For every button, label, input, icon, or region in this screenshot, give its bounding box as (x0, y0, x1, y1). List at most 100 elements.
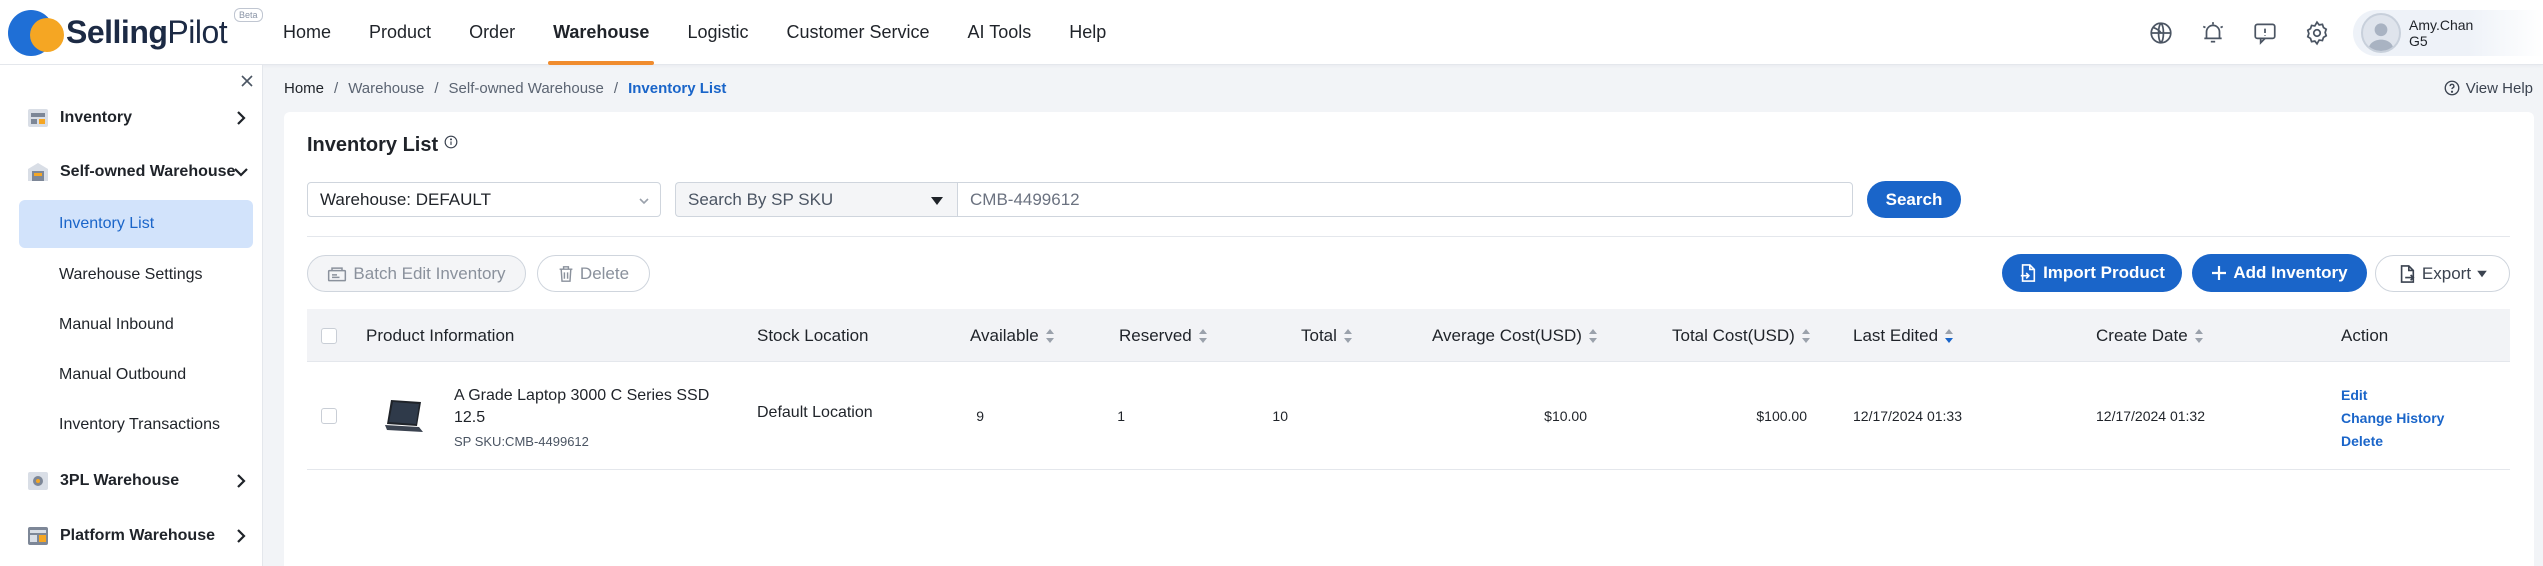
header-actions: Amy.Chan G5 (2135, 0, 2543, 65)
export-icon (2400, 264, 2415, 283)
product-name[interactable]: A Grade Laptop 3000 C Series SSD 12.5 (454, 385, 744, 429)
search-button[interactable]: Search (1867, 181, 1961, 218)
message-icon[interactable] (2239, 7, 2291, 59)
sidebar-item-manual-outbound[interactable]: Manual Outbound (19, 351, 253, 399)
sidebar-group-platform-warehouse[interactable]: Platform Warehouse (0, 516, 263, 556)
table-row: A Grade Laptop 3000 C Series SSD 12.5 SP… (307, 362, 2510, 470)
column-action: Action (2341, 325, 2389, 345)
nav-customer-service[interactable]: Customer Service (767, 0, 948, 65)
sidebar-group-label: Platform Warehouse (60, 527, 215, 544)
sidebar-item-warehouse-settings[interactable]: Warehouse Settings (19, 251, 253, 299)
column-average-cost[interactable]: Average Cost(USD) (1432, 309, 1598, 362)
available-value: 9 (976, 408, 984, 424)
create-date-value: 12/17/2024 01:32 (2096, 408, 2205, 424)
nav-order[interactable]: Order (450, 0, 534, 65)
breadcrumb-current: Inventory List (628, 79, 727, 97)
batch-edit-inventory-button[interactable]: Batch Edit Inventory (307, 255, 526, 292)
close-icon[interactable] (236, 70, 258, 92)
nav-home[interactable]: Home (264, 0, 350, 65)
breadcrumb-home[interactable]: Home (284, 80, 324, 97)
sidebar-item-inventory-transactions[interactable]: Inventory Transactions (19, 401, 253, 449)
sort-icon[interactable] (2194, 328, 2204, 344)
edit-link[interactable]: Edit (2341, 384, 2444, 407)
platform-warehouse-icon (28, 527, 48, 545)
breadcrumb-self-owned-warehouse[interactable]: Self-owned Warehouse (449, 80, 604, 97)
info-icon[interactable] (444, 135, 458, 149)
total-cost-value: $100.00 (1756, 408, 1807, 424)
globe-icon[interactable] (2135, 7, 2187, 59)
plus-icon (2212, 266, 2227, 280)
nav-logistic[interactable]: Logistic (668, 0, 767, 65)
row-checkbox[interactable] (321, 408, 337, 424)
sort-icon[interactable] (1045, 328, 1055, 344)
caret-down-icon (931, 197, 943, 205)
nav-warehouse[interactable]: Warehouse (534, 0, 668, 65)
trash-icon (559, 265, 573, 282)
column-stock-location: Stock Location (757, 325, 869, 345)
column-total[interactable]: Total (1301, 309, 1353, 362)
export-button[interactable]: Export (2375, 255, 2510, 292)
sort-icon[interactable] (1343, 328, 1353, 344)
beta-badge: Beta (234, 8, 263, 22)
logo-text: SellingPilot (66, 13, 228, 50)
app-logo[interactable]: SellingPilot Beta (8, 6, 263, 58)
chevron-right-icon (237, 111, 246, 125)
breadcrumb-warehouse[interactable]: Warehouse (348, 80, 424, 97)
row-actions: Edit Change History Delete (2341, 384, 2444, 453)
average-cost-value: $10.00 (1544, 408, 1587, 424)
inventory-icon (28, 109, 48, 127)
reserved-value: 1 (1117, 408, 1125, 424)
table-header: Product Information Stock Location Avail… (307, 309, 2510, 362)
third-party-warehouse-icon (28, 472, 48, 490)
sidebar-group-self-owned-warehouse[interactable]: Self-owned Warehouse (0, 152, 263, 192)
warehouse-select[interactable]: Warehouse: DEFAULT (307, 182, 661, 217)
warehouse-select-value: Warehouse: DEFAULT (320, 189, 492, 209)
user-menu[interactable]: Amy.Chan G5 (2353, 9, 2543, 56)
sidebar-item-inventory-list[interactable]: Inventory List (19, 200, 253, 248)
view-help-label: View Help (2465, 79, 2533, 97)
nav-help[interactable]: Help (1050, 0, 1125, 65)
add-inventory-button[interactable]: Add Inventory (2192, 254, 2367, 292)
sort-icon[interactable] (1944, 328, 1954, 344)
sort-icon[interactable] (1198, 328, 1208, 344)
sidebar-group-inventory[interactable]: Inventory (0, 98, 263, 138)
column-last-edited[interactable]: Last Edited (1853, 309, 1954, 362)
delete-link[interactable]: Delete (2341, 430, 2444, 453)
select-all-checkbox[interactable] (321, 327, 337, 344)
search-input[interactable] (957, 182, 1853, 217)
divider (307, 236, 2510, 237)
total-value: 10 (1272, 408, 1288, 424)
column-available[interactable]: Available (970, 309, 1055, 362)
warehouse-icon (28, 163, 48, 181)
nav-product[interactable]: Product (350, 0, 450, 65)
column-create-date[interactable]: Create Date (2096, 309, 2204, 362)
column-reserved[interactable]: Reserved (1119, 309, 1208, 362)
last-edited-value: 12/17/2024 01:33 (1853, 408, 1962, 424)
logo-icon (8, 6, 68, 58)
change-history-link[interactable]: Change History (2341, 407, 2444, 430)
delete-button[interactable]: Delete (537, 255, 650, 292)
gear-icon[interactable] (2291, 7, 2343, 59)
batch-edit-icon (328, 266, 347, 281)
sidebar-group-label: 3PL Warehouse (60, 472, 180, 489)
column-total-cost[interactable]: Total Cost(USD) (1672, 309, 1811, 362)
stock-location: Default Location (757, 404, 873, 421)
help-circle-icon (2444, 80, 2460, 96)
sidebar-item-manual-inbound[interactable]: Manual Inbound (19, 301, 253, 349)
user-code: G5 (2409, 32, 2428, 49)
import-product-button[interactable]: Import Product (2002, 254, 2182, 292)
view-help-link[interactable]: View Help (2443, 76, 2533, 100)
page-title: Inventory List (307, 134, 439, 156)
caret-down-icon (2477, 270, 2487, 277)
sort-icon[interactable] (1588, 328, 1598, 344)
nav-ai-tools[interactable]: AI Tools (949, 0, 1051, 65)
bell-icon[interactable] (2187, 7, 2239, 59)
breadcrumb: Home / Warehouse / Self-owned Warehouse … (284, 79, 727, 97)
sort-icon[interactable] (1801, 328, 1811, 344)
search-type-select[interactable]: Search By SP SKU (675, 182, 957, 217)
main-nav: Home Product Order Warehouse Logistic Cu… (264, 0, 1125, 65)
import-icon (2020, 264, 2036, 282)
avatar (2361, 12, 2401, 53)
sidebar-group-3pl-warehouse[interactable]: 3PL Warehouse (0, 461, 263, 501)
top-navigation-bar: SellingPilot Beta Home Product Order War… (0, 0, 2543, 65)
